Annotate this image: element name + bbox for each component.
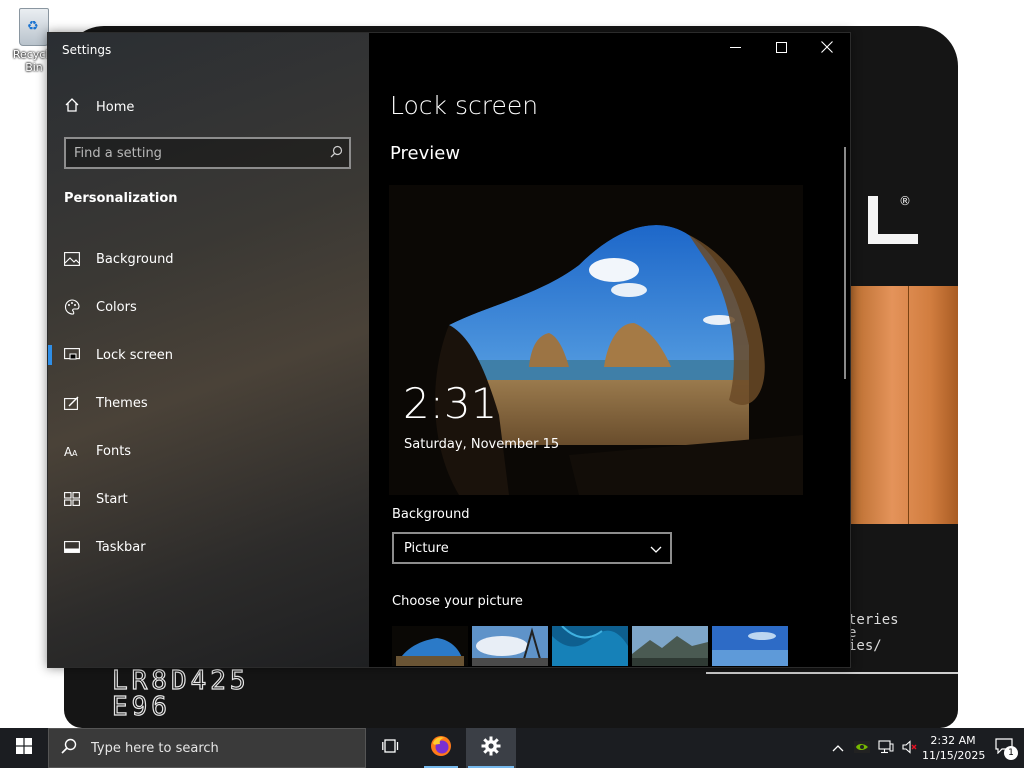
task-view-icon	[382, 738, 400, 758]
lock-screen-preview: 2:31 Saturday, November 15	[389, 185, 803, 495]
wallpaper-battery-model: LR8D425 E96	[111, 666, 250, 722]
picture-thumbnail[interactable]	[392, 626, 468, 666]
wallpaper-text-line: ies/	[848, 638, 882, 654]
nav-item-background[interactable]: Background	[48, 235, 369, 283]
find-setting-input[interactable]	[66, 139, 323, 167]
system-tray: 2:32 AM 11/15/2025 1	[826, 728, 1024, 768]
lock-screen-icon	[48, 348, 96, 362]
wallpaper-battery-text: teries e ies/	[848, 612, 948, 654]
close-button[interactable]	[804, 33, 850, 65]
network-icon	[878, 739, 894, 757]
nav-list: Background Colors Lock screen Themes A A…	[48, 235, 369, 571]
picture-thumbnails	[392, 626, 788, 666]
search-icon[interactable]	[323, 145, 349, 162]
preview-title: Preview	[390, 143, 461, 164]
nav-item-start[interactable]: Start	[48, 475, 369, 523]
wallpaper-text-line: teries	[848, 612, 899, 628]
picture-thumbnail[interactable]	[472, 626, 548, 666]
settings-nav-pane: Settings Home Personalization Background	[48, 33, 369, 667]
home-icon	[48, 97, 96, 117]
clock-time: 2:32 AM	[930, 734, 976, 747]
fonts-icon: AA	[48, 444, 96, 458]
network-tray-button[interactable]	[874, 728, 898, 768]
settings-content-pane: Lock screen Preview 2:31 Saturday, Novem…	[369, 33, 850, 667]
picture-thumbnail[interactable]	[552, 626, 628, 666]
page-title: Lock screen	[390, 91, 539, 120]
nav-home[interactable]: Home	[48, 89, 369, 125]
wallpaper-reg-mark: ®	[899, 194, 911, 208]
nav-item-label: Fonts	[96, 443, 132, 459]
taskbar-search-input[interactable]	[89, 739, 353, 757]
notification-count-badge: 1	[1004, 746, 1018, 760]
nav-item-label: Taskbar	[96, 539, 146, 555]
wallpaper-model-line: LR8D425	[111, 666, 250, 696]
windows-logo-icon	[16, 738, 32, 758]
nav-item-taskbar[interactable]: Taskbar	[48, 523, 369, 571]
start-button[interactable]	[0, 728, 48, 768]
nav-item-label: Colors	[96, 299, 137, 315]
minimize-button[interactable]	[712, 33, 758, 65]
clock-date: 11/15/2025	[922, 749, 986, 762]
picture-icon	[48, 252, 96, 266]
nvidia-icon	[854, 740, 870, 756]
background-dropdown[interactable]: Picture	[392, 532, 672, 564]
svg-text:A: A	[72, 449, 78, 458]
picture-thumbnail[interactable]	[712, 626, 788, 666]
search-icon	[49, 738, 89, 758]
taskbar-icon	[48, 541, 96, 553]
nav-item-label: Background	[96, 251, 174, 267]
find-setting-box[interactable]	[64, 137, 351, 169]
nav-item-fonts[interactable]: AA Fonts	[48, 427, 369, 475]
nav-item-colors[interactable]: Colors	[48, 283, 369, 331]
nav-item-lock-screen[interactable]: Lock screen	[48, 331, 369, 379]
choose-picture-label: Choose your picture	[392, 594, 523, 609]
task-view-button[interactable]	[366, 728, 416, 768]
chevron-down-icon	[650, 539, 662, 558]
recycle-bin-icon: ♻	[19, 8, 49, 46]
nav-item-label: Start	[96, 491, 128, 507]
chevron-up-icon	[832, 741, 844, 755]
gpu-tray-button[interactable]	[850, 728, 874, 768]
nav-item-label: Lock screen	[96, 347, 173, 363]
action-center-button[interactable]: 1	[984, 728, 1024, 768]
palette-icon	[48, 299, 96, 315]
nav-item-themes[interactable]: Themes	[48, 379, 369, 427]
nav-home-label: Home	[96, 99, 135, 115]
wallpaper-divider	[706, 672, 958, 674]
caption-buttons	[712, 33, 850, 65]
preview-date: Saturday, November 15	[404, 437, 560, 452]
taskbar-clock[interactable]: 2:32 AM 11/15/2025	[922, 733, 986, 763]
preview-time: 2:31	[403, 379, 498, 428]
close-icon	[821, 41, 833, 57]
maximize-button[interactable]	[758, 33, 804, 65]
firefox-icon	[430, 735, 452, 761]
gear-icon	[481, 736, 501, 760]
background-dropdown-value: Picture	[404, 540, 449, 556]
volume-muted-icon	[902, 739, 918, 757]
minimize-icon	[729, 42, 741, 57]
wallpaper-model-line: E96	[111, 692, 171, 722]
taskbar: 2:32 AM 11/15/2025 1	[0, 728, 1024, 768]
background-label: Background	[392, 507, 470, 522]
maximize-icon	[775, 41, 787, 57]
nav-item-label: Themes	[96, 395, 148, 411]
firefox-taskbar-button[interactable]	[416, 728, 466, 768]
settings-taskbar-button[interactable]	[466, 728, 516, 768]
content-scrollbar[interactable]	[844, 147, 846, 379]
nav-section-title: Personalization	[64, 191, 178, 206]
wallpaper-battery-terminal	[848, 286, 958, 524]
picture-thumbnail[interactable]	[632, 626, 708, 666]
volume-tray-button[interactable]	[898, 728, 922, 768]
start-icon	[48, 492, 96, 506]
taskbar-search-box[interactable]	[48, 728, 366, 768]
show-hidden-icons-button[interactable]	[826, 728, 850, 768]
window-title: Settings	[62, 43, 112, 57]
settings-window: Settings Home Personalization Background	[47, 32, 851, 668]
wallpaper-logo-stroke	[868, 234, 918, 244]
themes-icon	[48, 396, 96, 410]
